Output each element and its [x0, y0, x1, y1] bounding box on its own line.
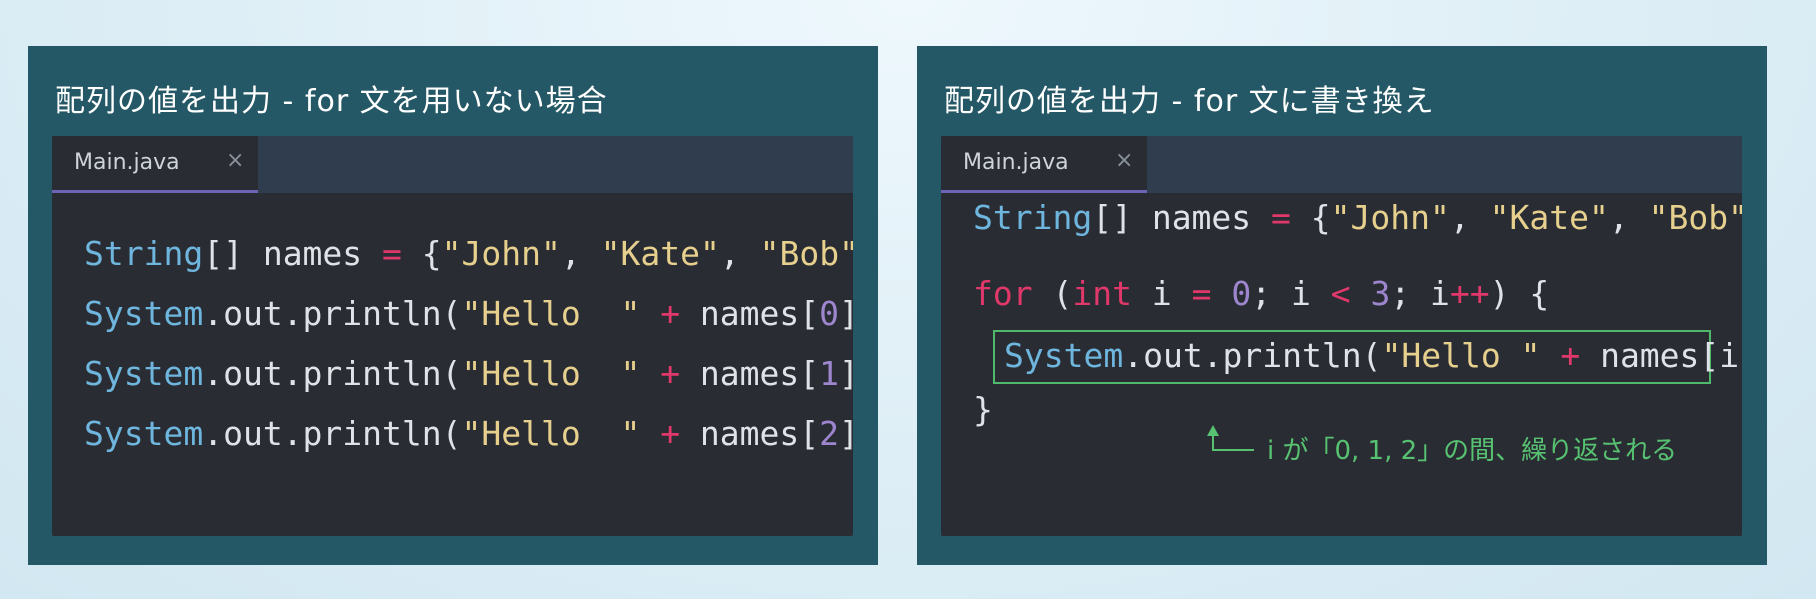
panel-title: 配列の値を出力 - for 文を用いない場合	[55, 84, 608, 119]
loop-annotation: i が「0, 1, 2」の間、繰り返される	[1267, 436, 1678, 466]
code-text: ]);	[839, 294, 853, 333]
tab-main-java[interactable]: Main.java ×	[52, 136, 258, 193]
code-text: names[	[680, 294, 820, 333]
string-token: "Bob"	[759, 234, 853, 273]
code-editor: Main.java × String[] names = {"John", "K…	[52, 136, 853, 536]
string-token: "Hello "	[461, 294, 641, 333]
operator-token: +	[660, 414, 681, 453]
code-text: [] names	[203, 234, 383, 273]
type-token: System	[84, 354, 204, 393]
code-line-println: System.out.println("Hello " + names[2]);	[84, 412, 853, 456]
string-token: "Kate"	[600, 234, 720, 273]
number-token: 2	[819, 414, 840, 453]
panel-with-for: 配列の値を出力 - for 文に書き換え Main.java × String[…	[917, 46, 1767, 565]
code-line-println: System.out.println("Hello " + names[1]);	[84, 352, 853, 396]
string-token: "Hello "	[461, 414, 641, 453]
code-text: ]);	[839, 414, 853, 453]
panel-without-for: 配列の値を出力 - for 文を用いない場合 Main.java × Strin…	[28, 46, 878, 565]
code-text: names[	[680, 354, 820, 393]
string-token: "Hello "	[461, 354, 641, 393]
type-token: System	[84, 414, 204, 453]
number-token: 1	[819, 354, 840, 393]
code-text: ,	[719, 234, 760, 273]
number-token: 0	[819, 294, 840, 333]
code-text: names[	[680, 414, 820, 453]
panel-title: 配列の値を出力 - for 文に書き換え	[944, 84, 1435, 119]
code-editor: Main.java × String[] names = {"John", "K…	[941, 136, 1742, 536]
annotation-arrow	[1207, 425, 1254, 451]
string-token: "John"	[441, 234, 561, 273]
type-token: System	[84, 294, 204, 333]
operator-token: =	[382, 234, 402, 273]
code-area: String[] names = {"John", "Kate", "Bob"}…	[84, 216, 853, 536]
type-token: String	[84, 234, 204, 273]
tab-label: Main.java	[74, 150, 180, 175]
code-text: {	[401, 234, 442, 273]
operator-token: +	[660, 354, 681, 393]
code-line-array: String[] names = {"John", "Kate", "Bob"}…	[84, 232, 853, 276]
tab-bar: Main.java ×	[52, 136, 853, 193]
close-icon[interactable]: ×	[226, 148, 244, 173]
code-text: .out.println(	[203, 414, 462, 453]
code-text: .out.println(	[203, 294, 462, 333]
code-text: ]);	[839, 354, 853, 393]
code-line-println: System.out.println("Hello " + names[0]);	[84, 292, 853, 336]
operator-token: +	[660, 294, 681, 333]
code-text: ,	[560, 234, 601, 273]
code-text: .out.println(	[203, 354, 462, 393]
